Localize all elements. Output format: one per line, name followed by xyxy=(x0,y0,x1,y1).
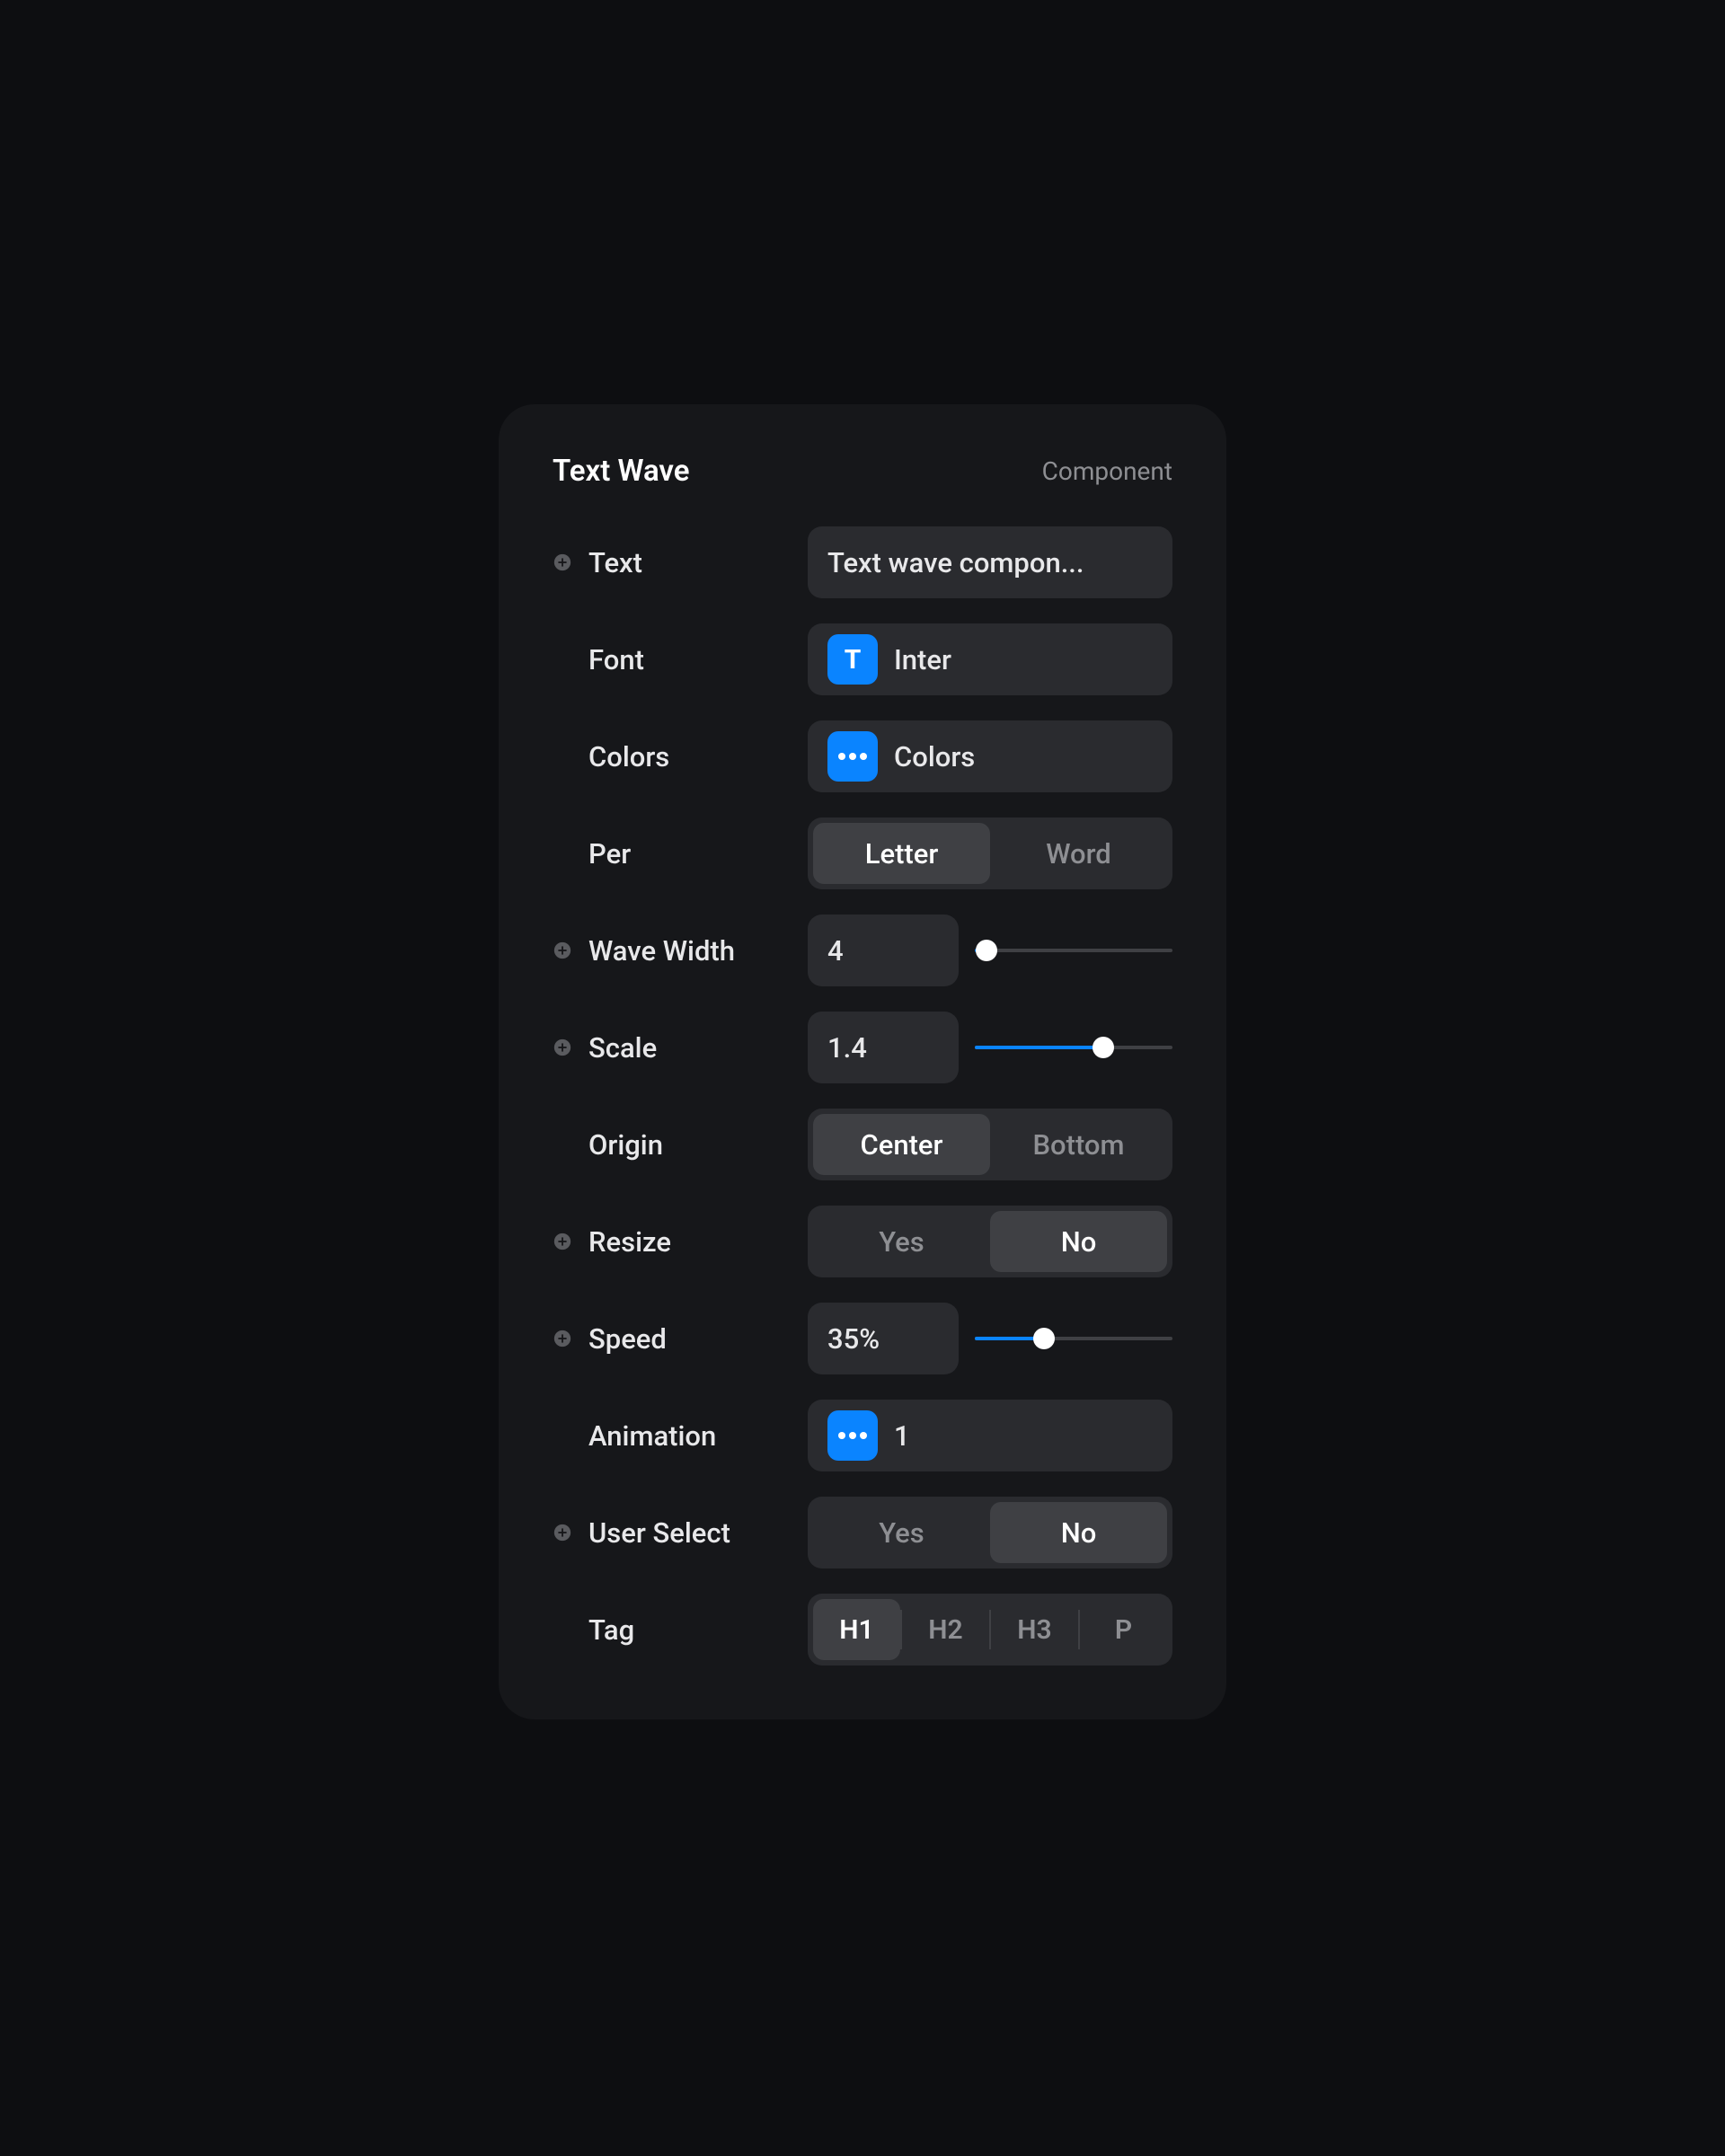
origin-segmented: Center Bottom xyxy=(808,1109,1172,1180)
row-scale: Scale 1.4 xyxy=(553,1012,1172,1083)
properties-panel: Text Wave Component Text Text wave compo… xyxy=(499,404,1226,1719)
more-icon xyxy=(827,731,878,782)
label-per: Per xyxy=(588,837,808,870)
tag-option-h1[interactable]: H1 xyxy=(813,1599,900,1660)
scale-input[interactable]: 1.4 xyxy=(808,1012,959,1083)
colors-picker[interactable]: Colors xyxy=(808,720,1172,792)
label-colors: Colors xyxy=(588,740,808,773)
row-animation: Animation 1 xyxy=(553,1400,1172,1471)
scale-slider[interactable] xyxy=(975,1012,1172,1083)
label-wave-width: Wave Width xyxy=(588,934,808,968)
more-icon xyxy=(827,1410,878,1461)
row-wave-width: Wave Width 4 xyxy=(553,915,1172,986)
label-font: Font xyxy=(588,643,808,676)
panel-title: Text Wave xyxy=(553,454,690,489)
per-segmented: Letter Word xyxy=(808,817,1172,889)
row-per: Per Letter Word xyxy=(553,817,1172,889)
user-select-option-yes[interactable]: Yes xyxy=(813,1502,990,1563)
row-font: Font T Inter xyxy=(553,623,1172,695)
tag-option-h2[interactable]: H2 xyxy=(902,1599,989,1660)
row-tag: Tag H1 H2 H3 P xyxy=(553,1594,1172,1666)
tag-option-h3[interactable]: H3 xyxy=(991,1599,1078,1660)
origin-option-center[interactable]: Center xyxy=(813,1114,990,1175)
label-tag: Tag xyxy=(588,1613,808,1647)
plus-circle-icon[interactable] xyxy=(553,1232,572,1251)
colors-value: Colors xyxy=(894,740,975,773)
label-user-select: User Select xyxy=(588,1516,808,1550)
plus-circle-icon[interactable] xyxy=(553,1038,572,1057)
font-picker[interactable]: T Inter xyxy=(808,623,1172,695)
user-select-option-no[interactable]: No xyxy=(990,1502,1167,1563)
label-resize: Resize xyxy=(588,1225,808,1259)
row-colors: Colors Colors xyxy=(553,720,1172,792)
origin-option-bottom[interactable]: Bottom xyxy=(990,1114,1167,1175)
row-speed: Speed 35% xyxy=(553,1303,1172,1374)
label-origin: Origin xyxy=(588,1128,808,1162)
row-resize: Resize Yes No xyxy=(553,1206,1172,1277)
label-speed: Speed xyxy=(588,1322,808,1356)
tag-segmented: H1 H2 H3 P xyxy=(808,1594,1172,1666)
resize-option-no[interactable]: No xyxy=(990,1211,1167,1272)
speed-slider[interactable] xyxy=(975,1303,1172,1374)
plus-circle-icon[interactable] xyxy=(553,1329,572,1348)
plus-circle-icon[interactable] xyxy=(553,941,572,960)
panel-subtitle: Component xyxy=(1042,456,1172,486)
per-option-letter[interactable]: Letter xyxy=(813,823,990,884)
label-scale: Scale xyxy=(588,1031,808,1065)
row-origin: Origin Center Bottom xyxy=(553,1109,1172,1180)
animation-picker[interactable]: 1 xyxy=(808,1400,1172,1471)
label-text: Text xyxy=(588,546,808,579)
label-animation: Animation xyxy=(588,1419,808,1453)
resize-segmented: Yes No xyxy=(808,1206,1172,1277)
plus-circle-icon[interactable] xyxy=(553,552,572,572)
wave-width-slider[interactable] xyxy=(975,915,1172,986)
plus-circle-icon[interactable] xyxy=(553,1523,572,1542)
tag-option-p[interactable]: P xyxy=(1080,1599,1167,1660)
row-user-select: User Select Yes No xyxy=(553,1497,1172,1568)
per-option-word[interactable]: Word xyxy=(990,823,1167,884)
row-text: Text Text wave compon... xyxy=(553,526,1172,598)
font-value: Inter xyxy=(894,643,951,676)
wave-width-input[interactable]: 4 xyxy=(808,915,959,986)
text-input[interactable]: Text wave compon... xyxy=(808,526,1172,598)
animation-value: 1 xyxy=(894,1419,910,1453)
speed-input[interactable]: 35% xyxy=(808,1303,959,1374)
font-icon: T xyxy=(827,634,878,685)
resize-option-yes[interactable]: Yes xyxy=(813,1211,990,1272)
user-select-segmented: Yes No xyxy=(808,1497,1172,1568)
panel-header: Text Wave Component xyxy=(553,454,1172,489)
